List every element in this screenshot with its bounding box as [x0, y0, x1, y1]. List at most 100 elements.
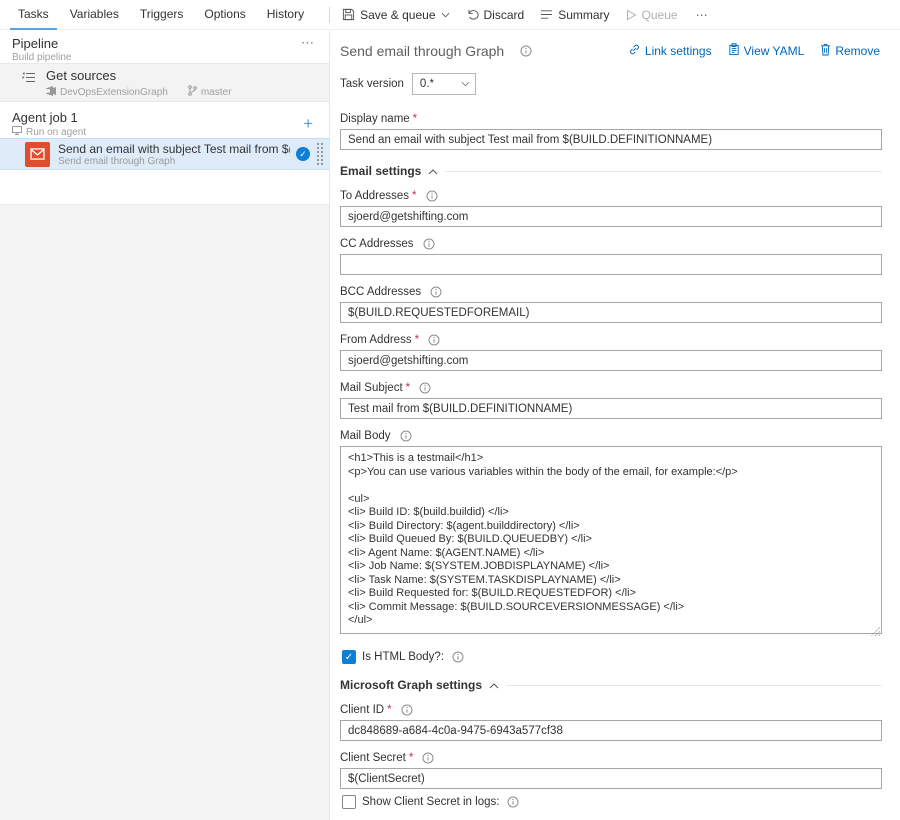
- section-graph-settings[interactable]: Microsoft Graph settings: [340, 678, 882, 692]
- email-task-icon: [25, 142, 50, 167]
- show-secret-row: Show Client Secret in logs:: [342, 795, 882, 809]
- agent-job-subtitle: Run on agent: [26, 127, 86, 138]
- field-from-address: From Address *: [340, 334, 882, 371]
- save-queue-button[interactable]: Save & queue: [342, 8, 449, 22]
- show-secret-checkbox[interactable]: [342, 795, 356, 809]
- get-sources-title: Get sources: [46, 68, 231, 83]
- task-version-select[interactable]: 0.*: [412, 73, 476, 95]
- drag-handle[interactable]: [316, 142, 323, 166]
- pipeline-sidebar: Pipeline Build pipeline ⋯ Get sources De…: [0, 31, 330, 820]
- discard-button[interactable]: Discard: [466, 8, 525, 22]
- field-mail-subject: Mail Subject *: [340, 382, 882, 419]
- agent-monitor-icon: [12, 126, 22, 138]
- pipeline-more-button[interactable]: ⋯: [301, 35, 315, 51]
- tab-variables[interactable]: Variables: [62, 0, 127, 30]
- top-toolbar: Tasks Variables Triggers Options History…: [0, 0, 900, 30]
- chevron-up-icon: [489, 678, 499, 692]
- display-name-input[interactable]: [340, 129, 882, 150]
- undo-icon: [466, 8, 479, 21]
- info-icon: [400, 430, 412, 442]
- tab-history[interactable]: History: [259, 0, 312, 30]
- mail-body-textarea[interactable]: <h1>This is a testmail</h1> <p>You can u…: [340, 446, 882, 634]
- info-icon: [422, 752, 434, 764]
- field-label: BCC Addresses: [340, 286, 421, 298]
- section-email-settings[interactable]: Email settings: [340, 164, 882, 178]
- required-marker: *: [387, 704, 391, 716]
- branch-name: master: [201, 87, 232, 98]
- pipeline-subtitle: Build pipeline: [12, 52, 317, 63]
- required-marker: *: [415, 334, 419, 346]
- add-task-button[interactable]: +: [303, 114, 313, 134]
- remove-button[interactable]: Remove: [820, 43, 880, 59]
- chevron-up-icon: [428, 164, 438, 178]
- pipeline-title: Pipeline: [12, 36, 317, 51]
- trash-icon: [820, 43, 831, 59]
- sources-icon: [22, 71, 36, 101]
- info-icon: [430, 286, 442, 298]
- field-label: From Address: [340, 334, 412, 346]
- field-bcc-addresses: BCC Addresses: [340, 286, 882, 323]
- get-sources-item[interactable]: Get sources DevOpsExtensionGraph master: [0, 63, 329, 102]
- view-yaml-button[interactable]: View YAML: [728, 43, 805, 59]
- bcc-addresses-input[interactable]: [340, 302, 882, 323]
- tab-tasks[interactable]: Tasks: [10, 0, 57, 30]
- required-marker: *: [413, 113, 417, 125]
- is-html-body-checkbox[interactable]: [342, 650, 356, 664]
- summary-button[interactable]: Summary: [540, 8, 609, 22]
- chevron-down-icon: [441, 12, 450, 18]
- field-cc-addresses: CC Addresses: [340, 238, 882, 275]
- link-icon: [628, 43, 641, 59]
- section-divider: [445, 171, 882, 172]
- task-subtitle: Send email through Graph: [58, 156, 290, 167]
- link-settings-button[interactable]: Link settings: [628, 43, 712, 59]
- page-title: Send email through Graph: [340, 43, 504, 59]
- field-label: Client ID: [340, 704, 384, 716]
- toolbar-divider: [329, 7, 330, 23]
- toolbar-more-button[interactable]: ⋯: [696, 8, 710, 22]
- repo-name: DevOpsExtensionGraph: [60, 87, 168, 98]
- task-settings-panel: Send email through Graph Link settings V…: [331, 31, 900, 820]
- task-title: Send an email with subject Test mail fro…: [58, 142, 290, 156]
- mail-subject-input[interactable]: [340, 398, 882, 419]
- yaml-document-icon: [728, 43, 740, 59]
- field-mail-body: Mail Body <h1>This is a testmail</h1> <p…: [340, 430, 882, 639]
- field-to-addresses: To Addresses *: [340, 190, 882, 227]
- to-addresses-input[interactable]: [340, 206, 882, 227]
- play-icon: [626, 9, 637, 21]
- info-icon: [452, 651, 464, 663]
- required-marker: *: [409, 752, 413, 764]
- required-marker: *: [412, 190, 416, 202]
- field-label: Mail Subject: [340, 382, 403, 394]
- field-label: To Addresses: [340, 190, 409, 202]
- agent-job-item[interactable]: Agent job 1 Run on agent +: [0, 106, 329, 138]
- tab-options[interactable]: Options: [196, 0, 253, 30]
- info-icon: [401, 704, 413, 716]
- field-label: CC Addresses: [340, 238, 414, 250]
- info-icon: [507, 796, 519, 808]
- cc-addresses-input[interactable]: [340, 254, 882, 275]
- client-secret-input[interactable]: [340, 768, 882, 789]
- task-item-send-email[interactable]: Send an email with subject Test mail fro…: [0, 138, 329, 170]
- devops-repo-icon: [46, 86, 56, 99]
- tab-triggers[interactable]: Triggers: [132, 0, 192, 30]
- pipeline-header[interactable]: Pipeline Build pipeline ⋯: [0, 31, 329, 63]
- queue-button[interactable]: Queue: [626, 8, 678, 22]
- is-html-body-row: Is HTML Body?:: [342, 650, 882, 664]
- sidebar-empty-area: [0, 204, 329, 820]
- summary-list-icon: [540, 9, 553, 20]
- from-address-input[interactable]: [340, 350, 882, 371]
- field-label: Mail Body: [340, 430, 391, 442]
- section-divider: [506, 685, 882, 686]
- textarea-resize-handle[interactable]: [871, 627, 880, 636]
- save-icon: [342, 8, 355, 21]
- required-marker: *: [406, 382, 410, 394]
- info-icon: [426, 190, 438, 202]
- agent-job-title: Agent job 1: [12, 110, 317, 125]
- field-client-secret: Client Secret *: [340, 752, 882, 789]
- info-icon: [419, 382, 431, 394]
- client-id-input[interactable]: [340, 720, 882, 741]
- field-client-id: Client ID *: [340, 704, 882, 741]
- task-version-label: Task version: [340, 78, 404, 90]
- branch-icon: [188, 85, 197, 99]
- field-label: Display name: [340, 113, 410, 125]
